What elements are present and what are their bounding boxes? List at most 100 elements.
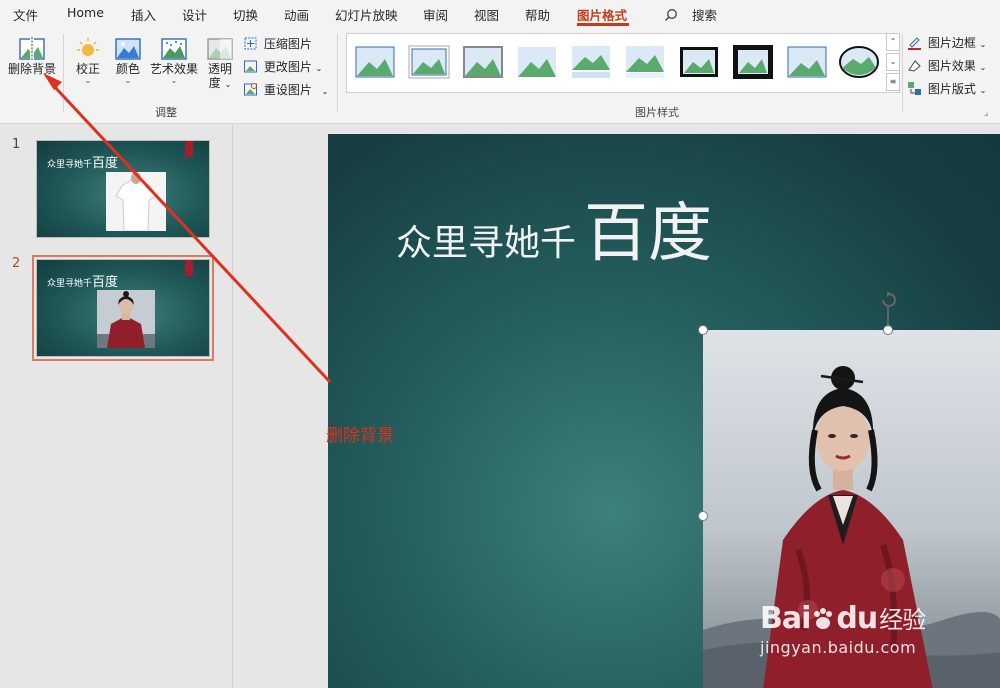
picture-styles-group-label: 图片样式 [635, 106, 679, 119]
tab-insert[interactable]: 插入 [131, 5, 156, 24]
ribbon-separator [902, 34, 903, 112]
compress-pictures-button[interactable]: 压缩图片 [243, 35, 312, 52]
tab-view[interactable]: 视图 [474, 5, 499, 24]
picture-border-button[interactable]: 图片边框 ⌄ [907, 34, 986, 51]
corrections-label: 校正 [75, 62, 100, 76]
picture-style-thumb[interactable] [569, 42, 613, 82]
slide-thumbnail-1[interactable]: 众里寻她千百度 [36, 140, 210, 238]
decorative-red-bar [185, 260, 193, 276]
picture-style-thumb[interactable] [461, 42, 505, 82]
pen-border-icon [908, 37, 921, 50]
tab-help[interactable]: 帮助 [525, 5, 550, 24]
color-button[interactable]: 颜色 ⌄ [110, 36, 146, 86]
picture-style-thumb[interactable] [677, 42, 721, 82]
chevron-down-icon: ⌄ [979, 40, 987, 49]
artistic-effects-button[interactable]: 艺术效果 ⌄ [148, 36, 200, 86]
slide-thumbnail-pane: 1 众里寻她千百度 2 众里寻她千百度 [0, 125, 233, 688]
picture-layout-label: 图片版式 [927, 82, 976, 96]
tab-animations[interactable]: 动画 [284, 5, 309, 24]
gallery-expand-button[interactable]: ≡ [886, 73, 900, 91]
change-picture-label: 更改图片 [263, 60, 312, 74]
tab-review[interactable]: 审阅 [423, 5, 448, 24]
picture-style-thumb[interactable] [407, 42, 451, 82]
ribbon-separator [63, 34, 64, 112]
chevron-down-icon: ⌄ [170, 76, 178, 85]
search-icon [665, 9, 677, 21]
search-label: 搜索 [691, 8, 717, 23]
paw-icon [814, 608, 833, 629]
picture-layout-button[interactable]: 图片版式 ⌄ [907, 80, 986, 97]
tab-design[interactable]: 设计 [182, 5, 207, 24]
tab-home[interactable]: Home [67, 5, 104, 20]
picture-effects-label: 图片效果 [927, 59, 976, 73]
transparency-icon [207, 38, 233, 60]
tab-transitions[interactable]: 切换 [233, 5, 258, 24]
slide-number: 1 [12, 137, 21, 152]
ribbon: 删除背景 校正 ⌄ 颜色 ⌄ 艺术效果 ⌄ 透明 度 ⌄ 压缩图片 更改图片 ⌄… [0, 26, 1000, 124]
reset-picture-button[interactable]: 重设图片 ⌄ [243, 81, 328, 98]
transparency-label: 透明 [207, 62, 232, 76]
reset-picture-label: 重设图片 [263, 83, 312, 97]
chevron-down-icon: ⌄ [321, 87, 329, 96]
annotation-label: 删除背景 [326, 426, 394, 446]
thumb-picture-woman [97, 290, 155, 348]
watermark-brand: Bai du经验 [760, 601, 926, 636]
picture-effects-button[interactable]: 图片效果 ⌄ [907, 57, 986, 74]
gallery-scroll-up-button[interactable]: ⌃ [886, 33, 900, 51]
slide-title-large: 百度 [584, 197, 713, 271]
corrections-button[interactable]: 校正 ⌄ [70, 36, 106, 86]
thumb-title: 众里寻她千百度 [47, 275, 119, 290]
tab-slideshow[interactable]: 幻灯片放映 [335, 5, 398, 24]
resize-handle-top-left[interactable] [698, 325, 708, 335]
color-label: 颜色 [115, 62, 140, 76]
watermark-url: jingyan.baidu.com [760, 638, 917, 657]
change-picture-button[interactable]: 更改图片 ⌄ [243, 58, 322, 75]
slide-number-selected: 2 [12, 256, 21, 271]
picture-styles-gallery [346, 33, 900, 93]
picture-style-thumb[interactable] [837, 42, 881, 82]
slide-title-small: 众里寻她千 [396, 223, 577, 264]
slide-thumbnail-2[interactable]: 众里寻她千百度 [32, 255, 214, 361]
adjust-group-label: 调整 [155, 106, 177, 119]
picture-style-thumb[interactable] [731, 42, 775, 82]
picture-color-icon [115, 38, 141, 60]
decorative-red-bar [185, 141, 193, 157]
tab-file[interactable]: 文件 [13, 5, 38, 24]
transparency-button[interactable]: 透明 度 ⌄ [203, 36, 237, 92]
search-box[interactable]: 搜索 [664, 5, 717, 24]
sun-icon [77, 38, 99, 56]
baidu-jingyan-watermark: Bai du经验 jingyan.baidu.com [760, 600, 1000, 657]
thumb-picture-tshirt [106, 172, 166, 231]
picture-style-thumb[interactable] [785, 42, 829, 82]
remove-background-label: 删除背景 [7, 62, 56, 76]
change-picture-icon [244, 60, 257, 73]
remove-background-button[interactable]: 删除背景 [6, 36, 58, 76]
artistic-effects-label: 艺术效果 [149, 62, 198, 76]
picture-style-thumb[interactable] [515, 42, 559, 82]
chevron-down-icon: ⌄ [224, 80, 232, 89]
ribbon-separator [337, 34, 338, 112]
artistic-effects-icon [161, 38, 187, 60]
picture-style-thumb[interactable] [353, 42, 397, 82]
chevron-down-icon: ⌄ [979, 63, 987, 72]
menu-bar: 文件 Home 插入 设计 切换 动画 幻灯片放映 审阅 视图 帮助 图片格式 … [0, 0, 1000, 26]
picture-effects-icon [908, 60, 921, 72]
chevron-down-icon: ⌄ [124, 76, 132, 85]
dialog-launcher-icon[interactable]: ⌟ [984, 108, 988, 118]
chevron-down-icon: ⌄ [979, 86, 987, 95]
compress-icon [244, 37, 257, 50]
remove-background-icon [19, 37, 45, 61]
slide-title[interactable]: 众里寻她千 百度 [396, 182, 712, 274]
chevron-down-icon: ⌄ [84, 76, 92, 85]
tab-picture-format[interactable]: 图片格式 [577, 5, 627, 24]
rotate-handle-icon[interactable] [878, 290, 900, 330]
picture-layout-icon [908, 82, 921, 95]
thumb-title: 众里寻她千百度 [47, 156, 119, 171]
picture-border-label: 图片边框 [927, 36, 976, 50]
picture-style-thumb[interactable] [623, 42, 667, 82]
chevron-down-icon: ⌄ [315, 64, 323, 73]
resize-handle-left[interactable] [698, 511, 708, 521]
reset-picture-icon [244, 83, 257, 96]
gallery-scroll-down-button[interactable]: ⌄ [886, 53, 900, 71]
transparency-label-line2: 度 ⌄ [208, 76, 232, 90]
